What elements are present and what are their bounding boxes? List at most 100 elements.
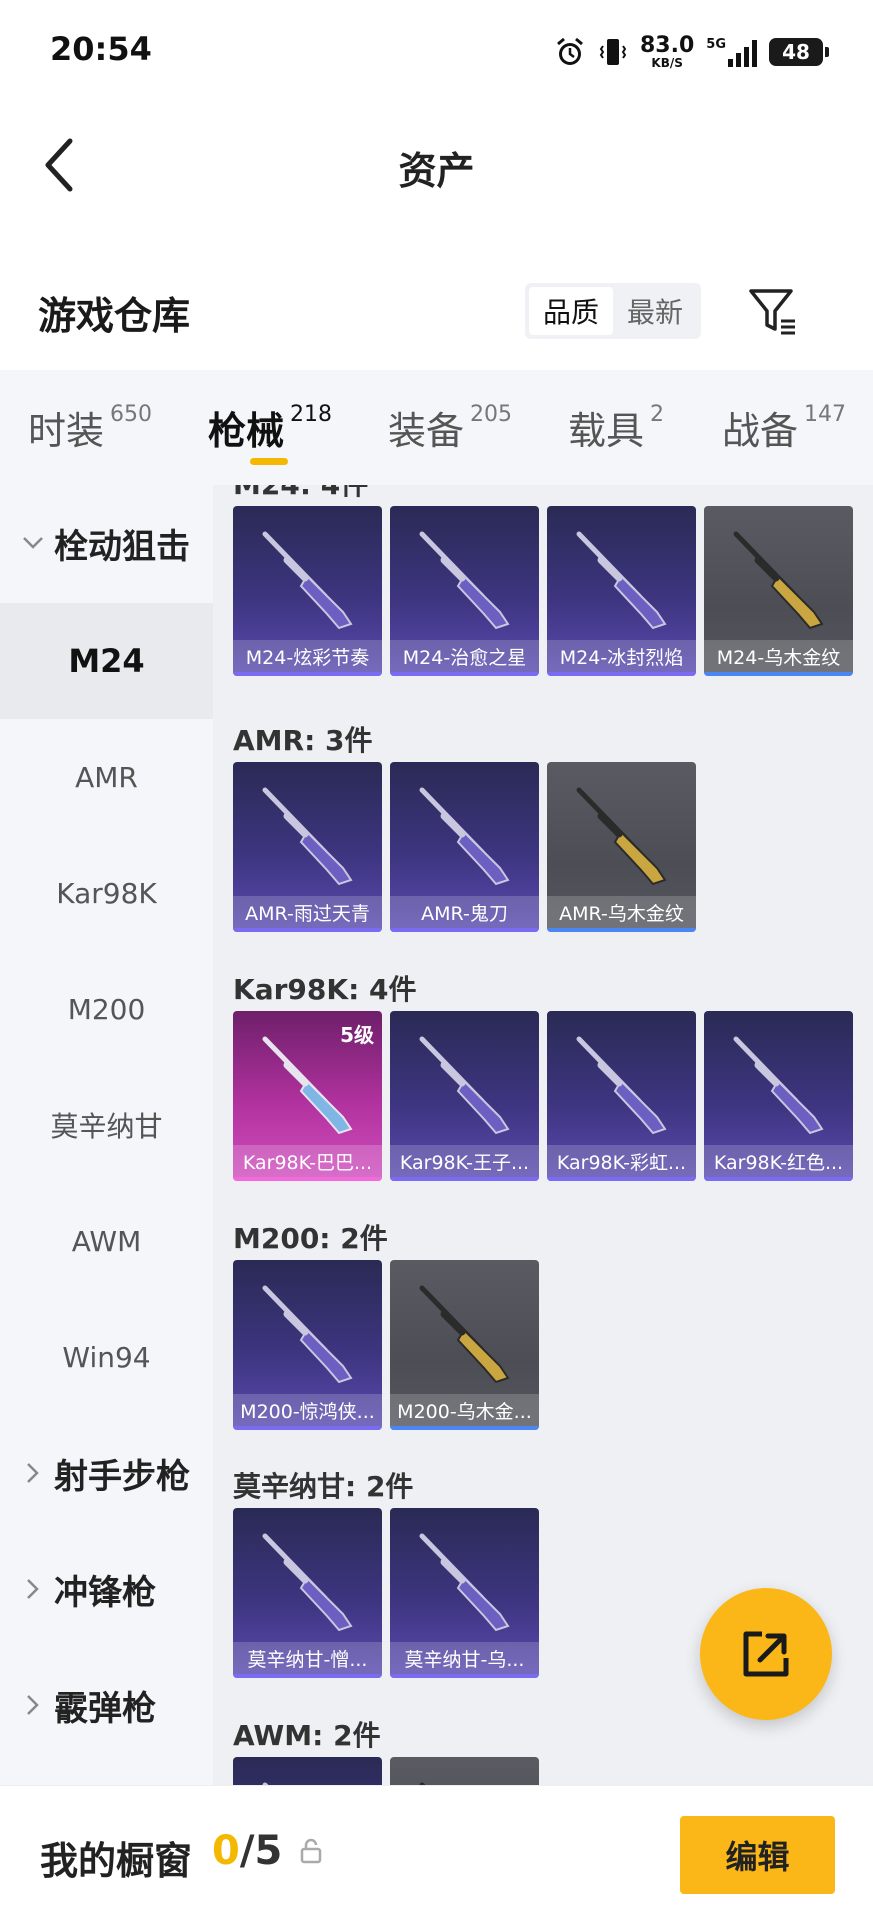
tab-label: 装备 (388, 409, 465, 453)
weapon-card[interactable]: M24-治愈之星 (390, 506, 539, 676)
sidebar-item-win94[interactable]: Win94 (0, 1299, 213, 1415)
lock-icon (300, 1838, 322, 1864)
rarity-bar (390, 1674, 539, 1678)
weapon-card[interactable]: AMR-鬼刀 (390, 762, 539, 932)
weapon-card[interactable] (233, 1757, 382, 1785)
rifle-icon (733, 1036, 824, 1135)
tab-label: 枪械 (208, 409, 285, 453)
tab-label: 时装 (28, 409, 105, 453)
edit-button[interactable]: 编辑 (680, 1816, 835, 1894)
sidebar-group-smg[interactable]: 冲锋枪 (0, 1531, 213, 1647)
rifle-icon (419, 787, 510, 886)
rifle-icon (419, 1782, 426, 1785)
showcase-current: 0 (212, 1828, 240, 1874)
sidebar-group-bolt-sniper[interactable]: 栓动狙击 (0, 485, 213, 601)
weapon-card[interactable]: Kar98K-彩虹... (547, 1011, 696, 1181)
battery-level: 48 (782, 40, 810, 64)
rifle-icon (262, 531, 353, 630)
sidebar-group-label: 霰弹枪 (54, 1688, 156, 1729)
tab-vehicles[interactable]: 载具 2 (568, 400, 664, 455)
tab-supplies[interactable]: 战备 147 (722, 400, 846, 455)
group-title-amr: AMR: 3件 (233, 724, 373, 757)
back-button[interactable] (30, 130, 90, 200)
sort-option-quality[interactable]: 品质 (529, 287, 614, 335)
tab-equipment[interactable]: 装备 205 (388, 400, 512, 455)
nav-bar: 资产 (0, 100, 873, 230)
net-speed: 83.0 KB/S (640, 33, 695, 70)
rifle-icon (419, 1533, 510, 1632)
weapon-card-label: 莫辛纳甘-乌... (390, 1642, 539, 1674)
net-speed-unit: KB/S (651, 56, 683, 70)
section-title: 游戏仓库 (38, 294, 191, 338)
weapon-type-sidebar: 栓动狙击 M24 AMR Kar98K M200 莫辛纳甘 AWM Win94 … (0, 485, 213, 1785)
sidebar-item-kar98k[interactable]: Kar98K (0, 835, 213, 951)
rarity-bar (390, 1426, 539, 1430)
group-title-m200: M200: 2件 (233, 1222, 388, 1255)
weapon-card[interactable]: 莫辛纳甘-乌... (390, 1508, 539, 1678)
rifle-icon (262, 787, 353, 886)
tab-guns[interactable]: 枪械 218 (208, 400, 332, 455)
battery-icon: 48 (769, 38, 829, 66)
weapon-card[interactable]: M200-惊鸿侠... (233, 1260, 382, 1430)
showcase-separator: / (239, 1828, 255, 1874)
group-title-kar98k: Kar98K: 4件 (233, 973, 417, 1006)
weapon-card-label: Kar98K-王子... (390, 1145, 539, 1177)
group-title-m24: M24: 4件 (233, 485, 368, 503)
rarity-bar (547, 672, 696, 676)
tab-count: 218 (290, 402, 333, 427)
category-tabs: 时装 650 枪械 218 装备 205 载具 2 战备 147 (0, 370, 873, 485)
rarity-bar (233, 1177, 382, 1181)
share-button[interactable] (700, 1588, 832, 1720)
weapon-card-label: 莫辛纳甘-憎... (233, 1642, 382, 1674)
rarity-bar (233, 1674, 382, 1678)
group-title-mosin: 莫辛纳甘: 2件 (233, 1470, 414, 1503)
sidebar-group-marksman[interactable]: 射手步枪 (0, 1415, 213, 1531)
weapon-card[interactable] (390, 1757, 539, 1785)
chevron-right-icon (18, 1578, 48, 1600)
weapon-card[interactable]: Kar98K-红色... (704, 1011, 853, 1181)
status-bar: 20:54 83.0 KB/S 5G 48 (0, 0, 873, 100)
filter-button[interactable] (745, 283, 801, 339)
weapon-card-label: M24-乌木金纹 (704, 640, 853, 672)
sidebar-item-amr[interactable]: AMR (0, 719, 213, 835)
rifle-icon (576, 531, 667, 630)
tab-label: 载具 (568, 409, 645, 453)
share-icon (743, 1631, 789, 1677)
chevron-left-icon (45, 138, 73, 192)
showcase-count: 0/5 (212, 1828, 282, 1874)
net-speed-value: 83.0 (640, 33, 695, 58)
sidebar-group-shotgun[interactable]: 霰弹枪 (0, 1647, 213, 1763)
weapon-card[interactable]: M24-冰封烈焰 (547, 506, 696, 676)
rifle-icon (262, 1533, 353, 1632)
sidebar-item-mosin[interactable]: 莫辛纳甘 (0, 1067, 213, 1183)
level-badge: 5级 (340, 1023, 374, 1047)
sidebar-item-m24[interactable]: M24 (0, 603, 213, 719)
weapon-card[interactable]: M24-乌木金纹 (704, 506, 853, 676)
rifle-icon (419, 1036, 510, 1135)
weapon-card[interactable]: 5级 Kar98K-巴巴... (233, 1011, 382, 1181)
rifle-icon (262, 1285, 353, 1384)
tab-count: 650 (110, 402, 153, 427)
rifle-icon (576, 1036, 667, 1135)
signal-icon: 5G (706, 38, 757, 67)
sort-option-newest[interactable]: 最新 (613, 287, 697, 335)
status-time: 20:54 (50, 30, 152, 68)
weapon-card[interactable]: 莫辛纳甘-憎... (233, 1508, 382, 1678)
sidebar-item-m200[interactable]: M200 (0, 951, 213, 1067)
tab-fashion[interactable]: 时装 650 (28, 400, 152, 455)
warehouse-header: 游戏仓库 品质 最新 (0, 265, 873, 360)
vibrate-icon (599, 39, 627, 65)
rifle-icon (419, 1285, 510, 1384)
rarity-bar (390, 672, 539, 676)
rarity-bar (390, 928, 539, 932)
rarity-bar (547, 1177, 696, 1181)
sidebar-item-awm[interactable]: AWM (0, 1183, 213, 1299)
weapon-card[interactable]: AMR-雨过天青 (233, 762, 382, 932)
group-title-awm: AWM: 2件 (233, 1719, 381, 1752)
weapon-card[interactable]: Kar98K-王子... (390, 1011, 539, 1181)
weapon-card[interactable]: AMR-乌木金纹 (547, 762, 696, 932)
weapon-card[interactable]: M24-炫彩节奏 (233, 506, 382, 676)
status-icons: 83.0 KB/S 5G 48 (554, 30, 829, 74)
weapon-card[interactable]: M200-乌木金... (390, 1260, 539, 1430)
rarity-bar (233, 928, 382, 932)
